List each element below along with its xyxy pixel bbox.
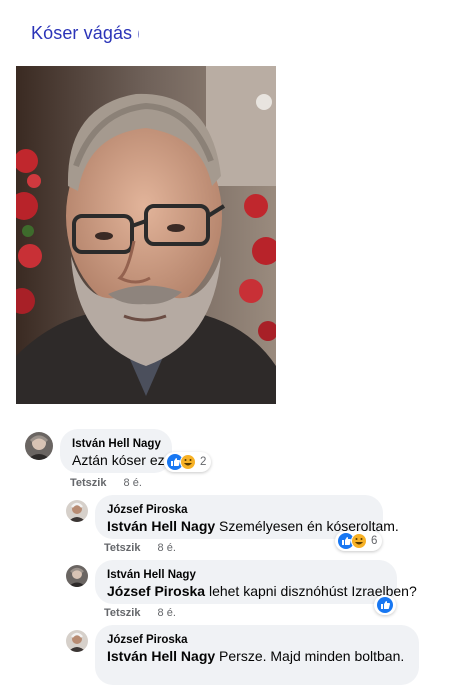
comment-text: József Piroska lehet kapni disznóhúst Iz… xyxy=(107,582,417,600)
comment-bubble: István Hell Nagy Aztán kóser ez? xyxy=(60,429,172,473)
comment-text: István Hell Nagy Persze. Majd minden bol… xyxy=(107,647,407,665)
haha-reaction-icon xyxy=(180,454,196,470)
comment-timestamp[interactable]: 8 é. xyxy=(158,607,176,619)
post-photo[interactable] xyxy=(16,66,276,404)
mention-link[interactable]: József Piroska xyxy=(107,583,205,599)
comment-timestamp[interactable]: 8 é. xyxy=(124,477,142,489)
comment-meta: Tetszik 8 é. xyxy=(104,542,176,554)
comment-author[interactable]: István Hell Nagy xyxy=(72,437,161,451)
portrait-image xyxy=(16,66,276,404)
comment-body: Persze. Majd minden boltban. xyxy=(215,648,405,664)
reaction-summary[interactable]: 2 xyxy=(164,452,212,472)
comment-text: István Hell Nagy Személyesen én kóserolt… xyxy=(107,517,399,535)
avatar-image xyxy=(66,565,88,587)
comment-meta: Tetszik 8 é. xyxy=(104,607,176,619)
avatar[interactable] xyxy=(25,432,53,460)
comment-text: Aztán kóser ez? xyxy=(72,451,172,469)
post-title[interactable]: Kóser vágás ( xyxy=(31,23,139,44)
reaction-count: 6 xyxy=(371,535,378,547)
like-reaction-icon xyxy=(377,597,393,613)
avatar[interactable] xyxy=(66,500,88,522)
comment-bubble: József Piroska István Hell Nagy Persze. … xyxy=(95,625,419,685)
comment-bubble: István Hell Nagy József Piroska lehet ka… xyxy=(95,560,417,604)
comment-author[interactable]: József Piroska xyxy=(107,503,371,517)
mention-link[interactable]: István Hell Nagy xyxy=(107,518,215,534)
avatar-image xyxy=(66,500,88,522)
reaction-summary[interactable] xyxy=(374,595,396,615)
avatar-image xyxy=(66,630,88,652)
comment-author[interactable]: István Hell Nagy xyxy=(107,568,385,582)
like-button[interactable]: Tetszik xyxy=(104,542,140,554)
mention-link[interactable]: István Hell Nagy xyxy=(107,648,215,664)
reaction-count: 2 xyxy=(200,456,207,468)
comment-meta: Tetszik 8 é. xyxy=(70,477,142,489)
reaction-summary[interactable]: 6 xyxy=(335,531,383,551)
avatar[interactable] xyxy=(66,565,88,587)
comment-body: Aztán kóser ez? xyxy=(72,452,173,468)
haha-reaction-icon xyxy=(351,533,367,549)
avatar-image xyxy=(25,432,53,460)
comment-author[interactable]: József Piroska xyxy=(107,633,407,647)
comment-timestamp[interactable]: 8 é. xyxy=(158,542,176,554)
like-button[interactable]: Tetszik xyxy=(70,477,106,489)
like-button[interactable]: Tetszik xyxy=(104,607,140,619)
avatar[interactable] xyxy=(66,630,88,652)
